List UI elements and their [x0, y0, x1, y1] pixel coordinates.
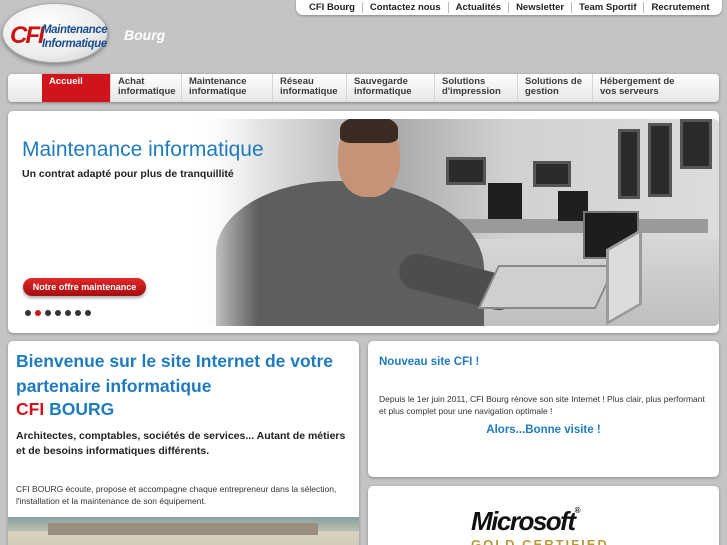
- nav-label: informatique: [280, 86, 338, 97]
- news-body: Depuis le 1er juin 2011, CFI Bourg rénov…: [379, 394, 705, 416]
- nav-item-gestion[interactable]: Solutions de gestion: [517, 74, 592, 102]
- office-photo-roof: [48, 523, 318, 535]
- banner-subtitle: Un contrat adapté pour plus de tranquill…: [22, 168, 234, 180]
- top-links-bar: CFI Bourg Contactez nous Actualités News…: [296, 0, 722, 15]
- slider-dot[interactable]: [45, 310, 51, 316]
- nav-label: Accueil: [49, 76, 83, 87]
- nav-item-hebergement[interactable]: Hébergement de vos serveurs: [592, 74, 690, 102]
- top-link-recrutement[interactable]: Recrutement: [643, 2, 716, 13]
- nav-item-achat[interactable]: Achat informatique: [110, 74, 181, 102]
- microsoft-logo: Microsoft®: [471, 506, 580, 537]
- top-link-team-sportif[interactable]: Team Sportif: [571, 2, 643, 13]
- cfi-logo[interactable]: CFI Maintenance Informatique: [2, 3, 108, 63]
- nav-item-accueil[interactable]: Accueil: [42, 74, 110, 102]
- slider-dot[interactable]: [55, 310, 61, 316]
- hero-photo: [188, 119, 719, 326]
- microsoft-name: Microsoft: [471, 506, 576, 536]
- slider-dot[interactable]: [25, 310, 31, 316]
- nav-item-sauvegarde[interactable]: Sauvegarde informatique: [346, 74, 434, 102]
- news-panel: Nouveau site CFI ! Depuis le 1er juin 20…: [368, 341, 719, 477]
- logo-line-2: Informatique: [42, 38, 107, 50]
- nav-label: informatique: [354, 86, 412, 97]
- city-label: Bourg: [124, 27, 166, 43]
- photo-monitor: [680, 119, 712, 169]
- nav-item-maintenance[interactable]: Maintenance informatique: [181, 74, 272, 102]
- photo-monitor: [618, 129, 640, 199]
- nav-label: vos serveurs: [600, 86, 659, 97]
- nav-label: informatique: [118, 86, 176, 97]
- main-nav: Accueil Achat informatique Maintenance i…: [8, 74, 719, 102]
- maintenance-offer-button[interactable]: Notre offre maintenance: [23, 278, 146, 296]
- slider-dots: [25, 310, 95, 316]
- top-link-news[interactable]: Actualités: [447, 2, 508, 13]
- nav-label: gestion: [525, 86, 559, 97]
- nav-label: informatique: [189, 86, 247, 97]
- hero-banner: Maintenance informatique Un contrat adap…: [8, 111, 719, 333]
- top-link-cfi-bourg[interactable]: CFI Bourg: [302, 2, 362, 13]
- photo-tower: [488, 183, 522, 219]
- gold-certified-badge: GOLD CERTIFIED: [471, 537, 609, 545]
- registered-mark: ®: [574, 506, 581, 515]
- welcome-panel: Bienvenue sur le site Internet de votre …: [8, 341, 359, 545]
- welcome-company: CFI BOURG: [16, 399, 114, 420]
- banner-title: Maintenance informatique: [22, 138, 264, 161]
- news-cta: Alors...Bonne visite !: [486, 424, 601, 436]
- nav-item-reseau[interactable]: Réseau informatique: [272, 74, 346, 102]
- top-link-newsletter[interactable]: Newsletter: [508, 2, 571, 13]
- photo-monitor: [648, 123, 672, 197]
- top-link-contact[interactable]: Contactez nous: [361, 2, 448, 13]
- photo-person-hair: [340, 119, 398, 143]
- logo-line-1: Maintenance: [42, 24, 108, 36]
- slider-dot[interactable]: [75, 310, 81, 316]
- slider-dot[interactable]: [65, 310, 71, 316]
- news-title: Nouveau site CFI !: [379, 356, 480, 368]
- welcome-title: Bienvenue sur le site Internet de votre …: [16, 351, 334, 396]
- welcome-lead: Architectes, comptables, sociétés de ser…: [16, 430, 346, 457]
- welcome-cfi: CFI: [16, 399, 45, 419]
- photo-laptop: [477, 265, 617, 309]
- welcome-bourg: BOURG: [49, 399, 115, 419]
- welcome-body: CFI BOURG écoute, propose et accompagne …: [16, 484, 337, 506]
- nav-label: d'impression: [442, 86, 501, 97]
- photo-monitor: [533, 161, 571, 187]
- nav-item-impression[interactable]: Solutions d'impression: [434, 74, 517, 102]
- slider-dot[interactable]: [85, 310, 91, 316]
- photo-monitor: [446, 157, 486, 185]
- partner-panel: Microsoft® GOLD CERTIFIED: [368, 486, 719, 545]
- logo-mark: CFI: [10, 22, 45, 49]
- slider-dot-active[interactable]: [35, 310, 41, 316]
